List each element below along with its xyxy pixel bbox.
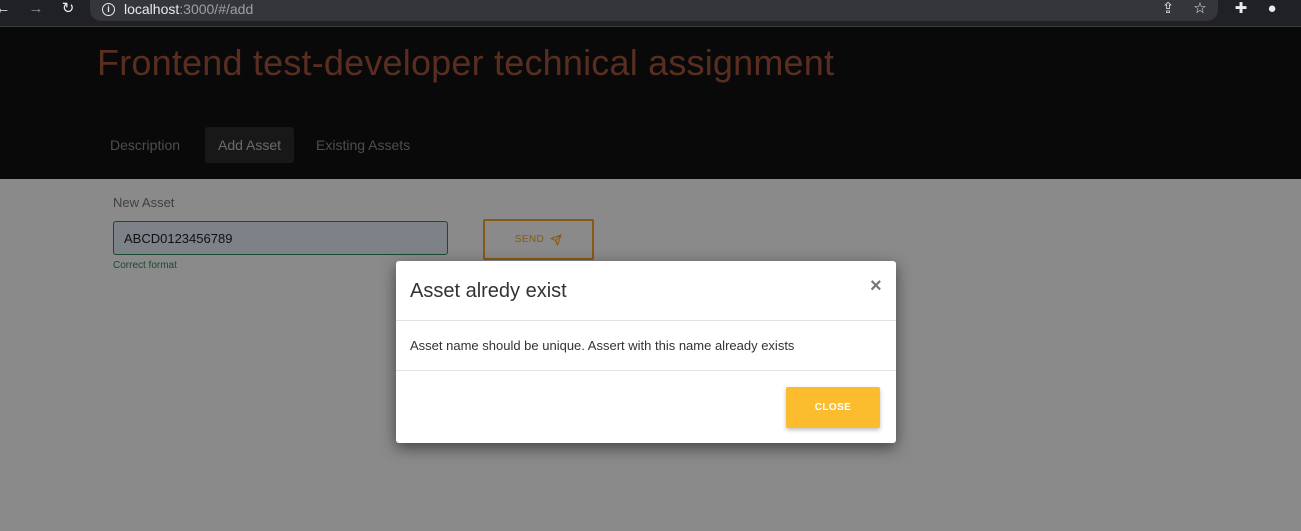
url-text[interactable]: localhost:3000/#/add xyxy=(124,1,253,17)
profile-icon[interactable]: ● xyxy=(1263,0,1281,18)
info-icon[interactable]: i xyxy=(102,3,115,16)
modal-message: Asset name should be unique. Assert with… xyxy=(410,338,795,353)
modal-footer: CLOSE xyxy=(396,371,896,443)
modal-header: Asset alredy exist × xyxy=(396,261,896,321)
modal-title: Asset alredy exist xyxy=(410,280,567,302)
asset-exists-dialog: Asset alredy exist × Asset name should b… xyxy=(396,261,896,443)
star-icon[interactable]: ☆ xyxy=(1191,0,1209,18)
forward-icon[interactable]: → xyxy=(27,0,45,18)
extensions-icon[interactable]: ✚ xyxy=(1232,0,1250,18)
back-icon[interactable]: ← xyxy=(0,0,12,18)
share-icon[interactable]: ⇪ xyxy=(1159,0,1177,18)
close-button[interactable]: CLOSE xyxy=(786,387,880,428)
reload-icon[interactable]: ↻ xyxy=(59,0,77,18)
close-icon[interactable]: × xyxy=(870,276,882,296)
modal-body: Asset name should be unique. Assert with… xyxy=(396,321,896,371)
address-bar[interactable]: i localhost:3000/#/add ⇪ ☆ xyxy=(90,0,1218,21)
browser-toolbar: ← → ↻ i localhost:3000/#/add ⇪ ☆ ✚ ● xyxy=(0,0,1301,27)
